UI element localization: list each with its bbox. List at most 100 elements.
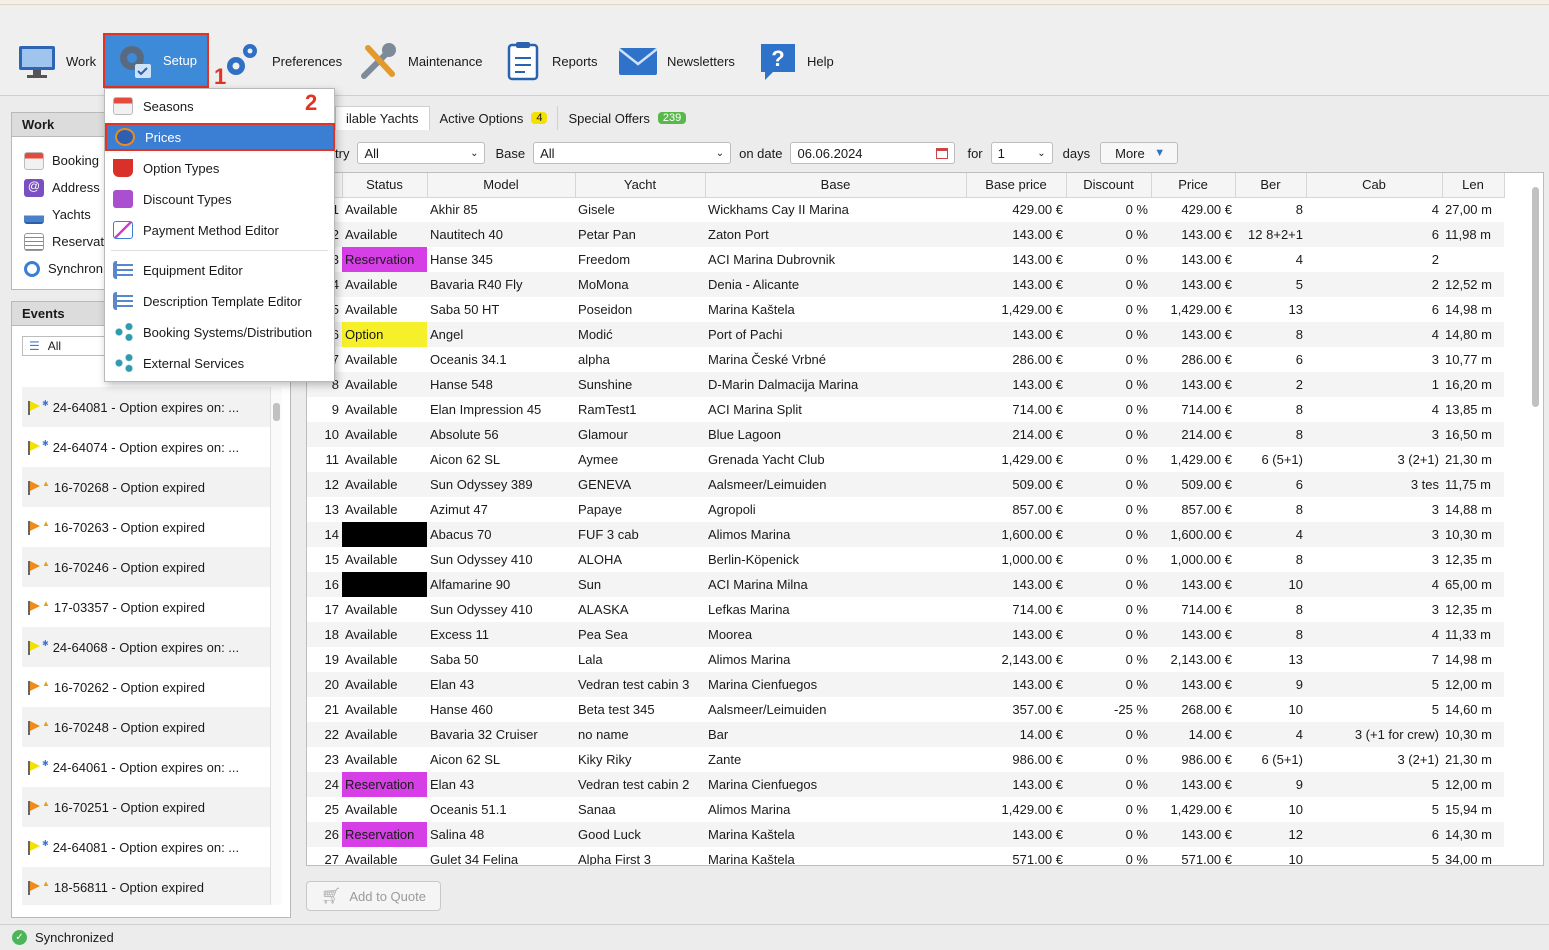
table-row[interactable]: 10 Available Absolute 56 Glamour Blue Lagoon… (307, 422, 1504, 447)
events-panel: Events ☰ All ✱ 24-64081 - Option expires o… (11, 301, 291, 918)
table-row[interactable]: 12 Available Sun Odyssey 389 GENEVA Aalsmeer… (307, 472, 1504, 497)
table-cell: 6 (1306, 222, 1442, 247)
setup-menu-item-payment-method-editor[interactable]: Payment Method Editor (105, 216, 334, 244)
table-row[interactable]: 19 Available Saba 50 Lala Alimos Marina 2,143… (307, 647, 1504, 672)
date-input[interactable]: 06.06.2024 (790, 142, 956, 164)
more-button[interactable]: More ▼ (1100, 142, 1179, 164)
days-stepper[interactable]: 1 ⌄ (990, 142, 1053, 164)
column-header[interactable]: Base (705, 173, 967, 198)
table-row[interactable]: 9 Available Elan Impression 45 RamTest1 ACI … (307, 397, 1504, 422)
table-cell: 21 (324, 702, 339, 717)
table-cell: 10 (1288, 702, 1303, 717)
setup-menu-item-discount-types[interactable]: Discount Types (105, 185, 334, 213)
table-row[interactable]: 21 Available Hanse 460 Beta test 345 Aalsmee… (307, 697, 1504, 722)
flag-icon (28, 521, 40, 535)
table-row[interactable]: 14 Abacus 70 FUF 3 cab Alimos Marina 1,600.0… (307, 522, 1504, 547)
event-item[interactable]: ▲ 16-70263 - Option expired (22, 507, 270, 547)
table-cell: 10 (1288, 802, 1303, 817)
table-row[interactable]: 27 Available Gulet 34 Felina Alpha First 3 M… (307, 847, 1504, 865)
event-item[interactable]: ▲ 16-70262 - Option expired (22, 667, 270, 707)
event-item[interactable]: ✱ 24-64081 - Option expires on: ... (22, 827, 270, 867)
column-header[interactable]: Discount (1066, 173, 1152, 198)
table-row[interactable]: 6 Option Angel Modić Port of Pachi 143.00 €0 … (307, 322, 1504, 347)
table-row[interactable]: 23 Available Aicon 62 SL Kiky Riky Zante 986.… (307, 747, 1504, 772)
event-item[interactable]: ✱ 24-64081 - Option expires on: ... (22, 387, 270, 427)
setup-menu-item-seasons[interactable]: Seasons (105, 92, 334, 120)
table-row[interactable]: 25 Available Oceanis 51.1 Sanaa Alimos Marin… (307, 797, 1504, 822)
table-row[interactable]: 20 Available Elan 43 Vedran test cabin 3 Mar… (307, 672, 1504, 697)
table-row[interactable]: 22 Available Bavaria 32 Cruiser no name Bar 1… (307, 722, 1504, 747)
column-header[interactable]: Ber (1235, 173, 1307, 198)
reports-button[interactable]: Reports (502, 36, 598, 86)
setup-menu-item-equipment-editor[interactable]: Equipment Editor (105, 256, 334, 284)
setup-menu-item-booking-systems-distribution[interactable]: Booking Systems/Distribution (105, 318, 334, 346)
table-row[interactable]: 11 Available Aicon 62 SL Aymee Grenada Yacht… (307, 447, 1504, 472)
column-header[interactable]: Len (1442, 173, 1505, 198)
table-cell: 14,80 m (1442, 322, 1504, 347)
table-cell: 0 % (1066, 422, 1151, 447)
events-scroll-thumb[interactable] (273, 403, 280, 421)
date-value: 06.06.2024 (797, 145, 863, 161)
event-item[interactable]: ✱ 24-64074 - Option expires on: ... (22, 427, 270, 467)
event-item[interactable]: ✱ 24-64068 - Option expires on: ... (22, 627, 270, 667)
calendar-icon[interactable] (936, 147, 949, 159)
column-header[interactable]: Status (342, 173, 428, 198)
event-item[interactable]: ▲ 16-70246 - Option expired (22, 547, 270, 587)
tab-special-offers[interactable]: Special Offers 239 (558, 106, 696, 130)
column-header[interactable]: Price (1151, 173, 1236, 198)
setup-menu-item-prices[interactable]: Prices (105, 123, 335, 151)
event-item[interactable]: ▲ 16-70268 - Option expired (22, 467, 270, 507)
event-item[interactable]: ▲ 18-56811 - Option expired (22, 867, 270, 905)
table-row[interactable]: 7 Available Oceanis 34.1 alpha Marina České … (307, 347, 1504, 372)
table-row[interactable]: 2 Available Nautitech 40 Petar Pan Zaton Por… (307, 222, 1504, 247)
table-row[interactable]: 15 Available Sun Odyssey 410 ALOHA Berlin-Kö… (307, 547, 1504, 572)
country-select[interactable]: All ⌄ (357, 142, 486, 164)
table-row[interactable]: 16 Alfamarine 90 Sun ACI Marina Milna 143.00… (307, 572, 1504, 597)
events-scrollbar[interactable] (270, 387, 282, 905)
table-row[interactable]: 18 Available Excess 11 Pea Sea Moorea 143.00 … (307, 622, 1504, 647)
event-item[interactable]: ▲ 17-03357 - Option expired (22, 587, 270, 627)
event-item[interactable]: ✱ 24-64061 - Option expires on: ... (22, 747, 270, 787)
table-cell: 12,00 m (1442, 672, 1504, 697)
column-header[interactable]: Model (427, 173, 576, 198)
table-cell: no name (575, 722, 705, 747)
tab-available-yachts[interactable]: ilable Yachts (335, 106, 430, 130)
table-cell: 12,35 m (1445, 602, 1492, 617)
event-item[interactable]: ▲ 16-70251 - Option expired (22, 787, 270, 827)
add-to-quote-button[interactable]: 🛒︎ Add to Quote (306, 881, 441, 911)
table-row[interactable]: 3 Reservation Hanse 345 Freedom ACI Marina D… (307, 247, 1504, 272)
work-button[interactable]: Work (16, 36, 96, 86)
setup-button[interactable]: Setup (103, 33, 209, 88)
table-row[interactable]: 4 Available Bavaria R40 Fly MoMona Denia - A… (307, 272, 1504, 297)
event-item[interactable]: ▲ 16-70248 - Option expired (22, 707, 270, 747)
table-row[interactable]: 24 Reservation Elan 43 Vedran test cabin 2M… (307, 772, 1504, 797)
list-icon (113, 292, 133, 310)
table-cell: 20 (307, 672, 342, 697)
table-scroll-thumb[interactable] (1532, 187, 1539, 407)
table-row[interactable]: 8 Available Hanse 548 Sunshine D-Marin Dalma… (307, 372, 1504, 397)
tab-active-options[interactable]: Active Options 4 (430, 106, 559, 130)
column-header[interactable]: Base price (966, 173, 1067, 198)
preferences-button[interactable]: Preferences (222, 36, 342, 86)
table-row[interactable]: 17 Available Sun Odyssey 410 ALASKA Lefkas M… (307, 597, 1504, 622)
table-cell: Elan 43 (427, 672, 575, 697)
table-row[interactable]: 13 Available Azimut 47 Papaye Agropoli 857.00… (307, 497, 1504, 522)
setup-menu-item-option-types[interactable]: Option Types (105, 154, 334, 182)
help-button[interactable]: ? Help (757, 36, 834, 86)
table-row[interactable]: 26 Reservation Salina 48 Good Luck Marina Ka… (307, 822, 1504, 847)
column-header[interactable]: Cab (1306, 173, 1443, 198)
events-filter-select[interactable]: ☰ All (22, 336, 112, 356)
table-scrollbar[interactable] (1531, 173, 1541, 865)
table-row[interactable]: 5 Available Saba 50 HT Poseidon Marina Kašte… (307, 297, 1504, 322)
base-select[interactable]: All ⌄ (533, 142, 732, 164)
table-cell: Available (342, 372, 427, 397)
newsletters-button[interactable]: Newsletters (617, 36, 735, 86)
setup-menu-item-description-template-editor[interactable]: Description Template Editor (105, 287, 334, 315)
table-cell: 143.00 € (966, 622, 1066, 647)
setup-menu-item-external-services[interactable]: External Services (105, 349, 334, 377)
column-header[interactable]: Yacht (575, 173, 706, 198)
table-cell: 14,98 m (1445, 302, 1492, 317)
table-row[interactable]: 1 Available Akhir 85 Gisele Wickhams Cay II … (307, 197, 1504, 222)
maintenance-button[interactable]: Maintenance (358, 36, 482, 86)
tools-icon (361, 43, 396, 79)
